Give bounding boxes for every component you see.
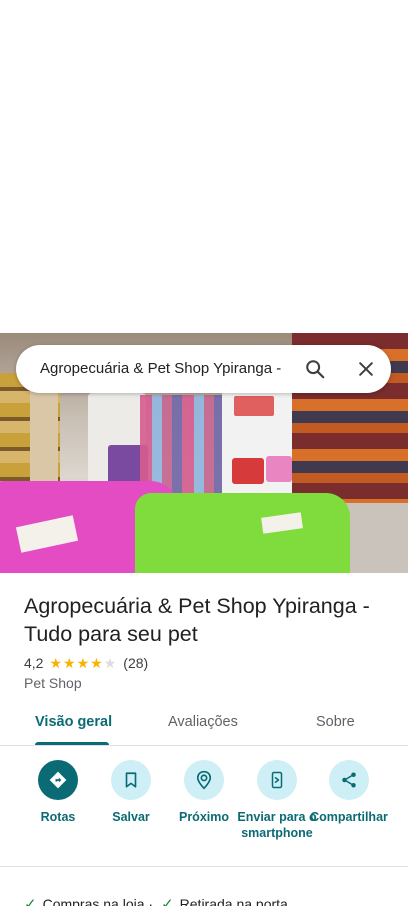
send-to-phone-label: Enviar para o smartphone xyxy=(237,810,317,840)
amenity-curbside-pickup: ✓ Retirada na porta xyxy=(161,894,288,906)
search-button[interactable] xyxy=(301,355,329,383)
action-bar: Rotas Salvar Próximo Enviar para o smart… xyxy=(0,760,408,866)
star-icon: ★ xyxy=(90,655,103,671)
tab-reviews[interactable]: Avaliações xyxy=(168,714,238,730)
rating-row[interactable]: 4,2 ★ ★ ★ ★ ★ (28) xyxy=(24,654,148,672)
reviews-count[interactable]: (28) xyxy=(123,655,148,671)
send-to-phone-icon xyxy=(271,771,283,789)
nearby-button[interactable]: Próximo xyxy=(164,760,244,825)
clear-search-button[interactable] xyxy=(352,355,380,383)
send-to-phone-button[interactable]: Enviar para o smartphone xyxy=(237,760,317,841)
close-icon xyxy=(359,362,373,376)
save-label: Salvar xyxy=(112,810,150,824)
star-icon: ★ xyxy=(49,655,63,671)
share-label: Compartilhar xyxy=(310,810,388,824)
star-icon: ★ xyxy=(76,655,90,671)
place-title: Agropecuária & Pet Shop Ypiranga - Tudo … xyxy=(24,594,370,646)
share-icon xyxy=(342,772,356,788)
blank-map-area xyxy=(0,0,408,333)
check-icon: ✓ xyxy=(24,896,37,906)
section-divider xyxy=(0,866,408,867)
directions-button[interactable]: Rotas xyxy=(18,760,98,825)
tab-overview[interactable]: Visão geral xyxy=(35,714,112,730)
amenities-row: ✓ Compras na loja · ✓ Retirada na porta xyxy=(24,894,296,906)
amenity-in-store-shopping: ✓ Compras na loja · xyxy=(24,894,153,906)
tab-bar: Visão geral Avaliações Sobre xyxy=(0,705,408,746)
save-button[interactable]: Salvar xyxy=(91,760,171,825)
amenity-label: Retirada na porta xyxy=(179,896,288,906)
search-query[interactable]: Agropecuária & Pet Shop Ypiranga - xyxy=(40,360,292,380)
rating-value: 4,2 xyxy=(24,655,44,671)
star-icon: ★ xyxy=(63,655,76,671)
directions-label: Rotas xyxy=(40,810,76,824)
amenity-label: Compras na loja · xyxy=(42,896,154,906)
search-bar[interactable]: Agropecuária & Pet Shop Ypiranga - xyxy=(16,345,391,393)
nearby-label: Próximo xyxy=(178,810,229,824)
tab-about[interactable]: Sobre xyxy=(316,714,355,730)
nearby-icon xyxy=(196,770,212,790)
star-empty-icon: ★ xyxy=(103,655,117,671)
search-icon xyxy=(306,360,325,379)
share-button[interactable]: Compartilhar xyxy=(309,760,389,825)
directions-icon xyxy=(49,771,67,789)
bookmark-icon xyxy=(125,772,137,788)
check-icon: ✓ xyxy=(161,896,174,906)
place-category[interactable]: Pet Shop xyxy=(24,675,82,691)
rating-stars: ★ ★ ★ ★ ★ xyxy=(49,656,117,670)
active-tab-indicator xyxy=(35,742,109,745)
